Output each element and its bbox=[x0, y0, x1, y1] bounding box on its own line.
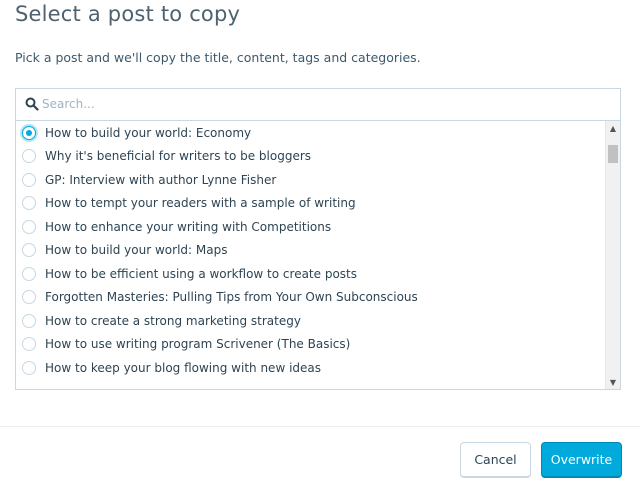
radio-button[interactable] bbox=[22, 172, 36, 187]
radio-button[interactable] bbox=[22, 266, 36, 281]
dialog-subtitle: Pick a post and we'll copy the title, co… bbox=[15, 50, 421, 65]
post-title-label: How to keep your blog flowing with new i… bbox=[45, 360, 322, 375]
scrollbar-thumb[interactable] bbox=[608, 145, 618, 163]
radio-button[interactable] bbox=[22, 219, 36, 234]
post-title-label: How to build your world: Economy bbox=[45, 125, 252, 140]
post-title-label: How to build your world: Maps bbox=[45, 243, 228, 258]
search-input[interactable] bbox=[42, 93, 602, 115]
post-list: How to build your world: Economy Why it's… bbox=[16, 121, 606, 380]
post-title-label: How to enhance your writing with Competi… bbox=[45, 219, 332, 234]
radio-button[interactable] bbox=[22, 313, 36, 328]
post-picker: How to build your world: Economy Why it's… bbox=[15, 88, 621, 390]
post-title-label: How to tempt your readers with a sample … bbox=[45, 196, 356, 211]
scroll-down-arrow-icon[interactable]: ▼ bbox=[606, 375, 620, 389]
post-list-viewport: How to build your world: Economy Why it's… bbox=[16, 121, 606, 389]
copy-post-dialog: Select a post to copy Pick a post and we… bbox=[0, 0, 640, 482]
radio-button[interactable] bbox=[22, 243, 36, 258]
post-title-label: How to use writing program Scrivener (Th… bbox=[45, 337, 351, 352]
list-scrollbar[interactable]: ▲ ▼ bbox=[605, 121, 620, 389]
post-list-item[interactable]: How to be efficient using a workflow to … bbox=[16, 262, 606, 286]
post-list-item[interactable]: How to keep your blog flowing with new i… bbox=[16, 356, 606, 380]
post-title-label: Forgotten Masteries: Pulling Tips from Y… bbox=[45, 290, 418, 305]
post-list-item[interactable]: How to create a strong marketing strateg… bbox=[16, 309, 606, 333]
search-icon bbox=[25, 97, 39, 111]
post-list-item[interactable]: Forgotten Masteries: Pulling Tips from Y… bbox=[16, 286, 606, 310]
post-list-item[interactable]: How to tempt your readers with a sample … bbox=[16, 192, 606, 216]
scroll-up-arrow-icon[interactable]: ▲ bbox=[606, 121, 620, 135]
post-title-label: Why it's beneficial for writers to be bl… bbox=[45, 149, 312, 164]
post-list-item[interactable]: How to build your world: Maps bbox=[16, 239, 606, 263]
post-title-label: How to create a strong marketing strateg… bbox=[45, 313, 301, 328]
radio-button[interactable] bbox=[22, 337, 36, 352]
overwrite-button[interactable]: Overwrite bbox=[541, 442, 622, 478]
post-title-label: GP: Interview with author Lynne Fisher bbox=[45, 172, 277, 187]
post-list-item[interactable]: Why it's beneficial for writers to be bl… bbox=[16, 145, 606, 169]
radio-selected[interactable] bbox=[22, 125, 36, 140]
post-list-item[interactable]: How to build your world: Economy bbox=[16, 121, 606, 145]
radio-button[interactable] bbox=[22, 196, 36, 211]
search-bar bbox=[16, 89, 620, 121]
radio-button[interactable] bbox=[22, 290, 36, 305]
post-title-label: How to be efficient using a workflow to … bbox=[45, 266, 357, 281]
cancel-button[interactable]: Cancel bbox=[460, 442, 531, 478]
dialog-title: Select a post to copy bbox=[15, 2, 241, 26]
post-list-item[interactable]: How to use writing program Scrivener (Th… bbox=[16, 333, 606, 357]
footer-divider bbox=[0, 426, 640, 427]
radio-button[interactable] bbox=[22, 360, 36, 375]
radio-button[interactable] bbox=[22, 149, 36, 164]
post-list-item[interactable]: GP: Interview with author Lynne Fisher bbox=[16, 168, 606, 192]
post-list-item[interactable]: How to enhance your writing with Competi… bbox=[16, 215, 606, 239]
